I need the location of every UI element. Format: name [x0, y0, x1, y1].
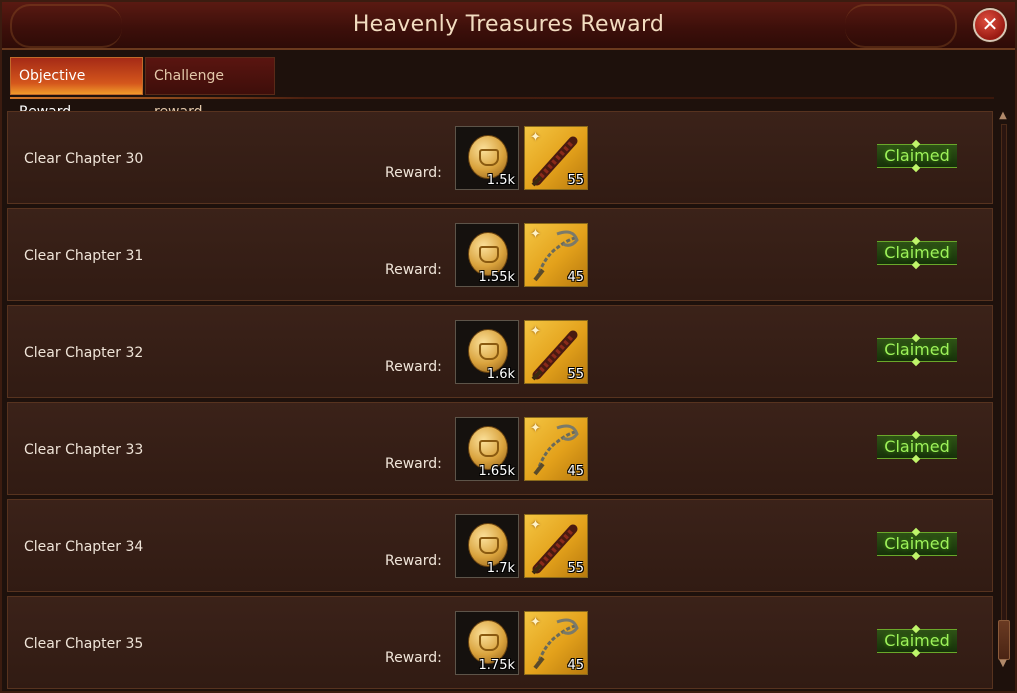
bound-icon: ✦ [530, 227, 541, 242]
coin-amount: 1.6k [486, 367, 515, 382]
weapon-slot[interactable]: ✦ 45 [524, 611, 588, 675]
weapon-count: 45 [567, 658, 584, 673]
gold-coin-slot[interactable]: 1.6k [455, 320, 519, 384]
tab-challenge-reward[interactable]: Challenge reward [145, 57, 275, 120]
weapon-slot[interactable]: ✦ 55 [524, 514, 588, 578]
objective-title: Clear Chapter 31 [24, 248, 144, 264]
scroll-up-icon[interactable]: ▲ [997, 110, 1009, 122]
claimed-badge: Claimed [877, 629, 957, 653]
title-bar: Heavenly Treasures Reward ✕ [2, 2, 1015, 50]
coin-amount: 1.55k [478, 270, 515, 285]
coin-amount: 1.75k [478, 658, 515, 673]
reward-label: Reward: [385, 359, 442, 375]
reward-row: Clear Chapter 34 Reward: 1.7k ✦ 55 Claim… [7, 499, 993, 592]
weapon-count: 55 [567, 367, 584, 382]
scroll-thumb[interactable] [998, 620, 1010, 660]
reward-label: Reward: [385, 650, 442, 666]
claimed-badge: Claimed [877, 241, 957, 265]
gold-coin-slot[interactable]: 1.55k [455, 223, 519, 287]
objective-title: Clear Chapter 35 [24, 636, 144, 652]
gold-coin-slot[interactable]: 1.7k [455, 514, 519, 578]
objective-title: Clear Chapter 30 [24, 151, 144, 167]
scrollbar[interactable]: ▲ ▼ [997, 110, 1010, 670]
objective-title: Clear Chapter 32 [24, 345, 144, 361]
weapon-slot[interactable]: ✦ 45 [524, 223, 588, 287]
gold-coin-slot[interactable]: 1.5k [455, 126, 519, 190]
reward-label: Reward: [385, 456, 442, 472]
objective-title: Clear Chapter 33 [24, 442, 144, 458]
gold-coin-slot[interactable]: 1.65k [455, 417, 519, 481]
bound-icon: ✦ [530, 324, 541, 339]
weapon-slot[interactable]: ✦ 55 [524, 320, 588, 384]
window-title: Heavenly Treasures Reward [352, 12, 665, 37]
gold-coin-slot[interactable]: 1.75k [455, 611, 519, 675]
weapon-count: 45 [567, 464, 584, 479]
weapon-count: 55 [567, 561, 584, 576]
claimed-badge: Claimed [877, 338, 957, 362]
scroll-track[interactable] [1001, 124, 1007, 658]
bound-icon: ✦ [530, 518, 541, 533]
reward-list: Clear Chapter 30 Reward: 1.5k ✦ 55 Claim… [7, 111, 993, 691]
reward-row: Clear Chapter 35 Reward: 1.75k ✦ 45 Clai… [7, 596, 993, 689]
claimed-badge: Claimed [877, 532, 957, 556]
claimed-badge: Claimed [877, 144, 957, 168]
reward-window: Heavenly Treasures Reward ✕ Objective Re… [0, 0, 1017, 693]
weapon-slot[interactable]: ✦ 45 [524, 417, 588, 481]
reward-label: Reward: [385, 553, 442, 569]
bound-icon: ✦ [530, 130, 541, 145]
close-icon[interactable]: ✕ [973, 8, 1007, 42]
tab-objective-reward[interactable]: Objective Reward [10, 57, 143, 120]
reward-label: Reward: [385, 262, 442, 278]
reward-row: Clear Chapter 33 Reward: 1.65k ✦ 45 Clai… [7, 402, 993, 495]
coin-amount: 1.7k [486, 561, 515, 576]
coin-amount: 1.65k [478, 464, 515, 479]
reward-row: Clear Chapter 32 Reward: 1.6k ✦ 55 Claim… [7, 305, 993, 398]
bound-icon: ✦ [530, 421, 541, 436]
weapon-count: 45 [567, 270, 584, 285]
weapon-count: 55 [567, 173, 584, 188]
reward-row: Clear Chapter 31 Reward: 1.55k ✦ 45 Clai… [7, 208, 993, 301]
tab-divider [10, 97, 994, 99]
reward-row: Clear Chapter 30 Reward: 1.5k ✦ 55 Claim… [7, 111, 993, 204]
bound-icon: ✦ [530, 615, 541, 630]
coin-amount: 1.5k [486, 173, 515, 188]
weapon-slot[interactable]: ✦ 55 [524, 126, 588, 190]
reward-label: Reward: [385, 165, 442, 181]
claimed-badge: Claimed [877, 435, 957, 459]
scroll-down-icon[interactable]: ▼ [997, 658, 1009, 670]
objective-title: Clear Chapter 34 [24, 539, 144, 555]
